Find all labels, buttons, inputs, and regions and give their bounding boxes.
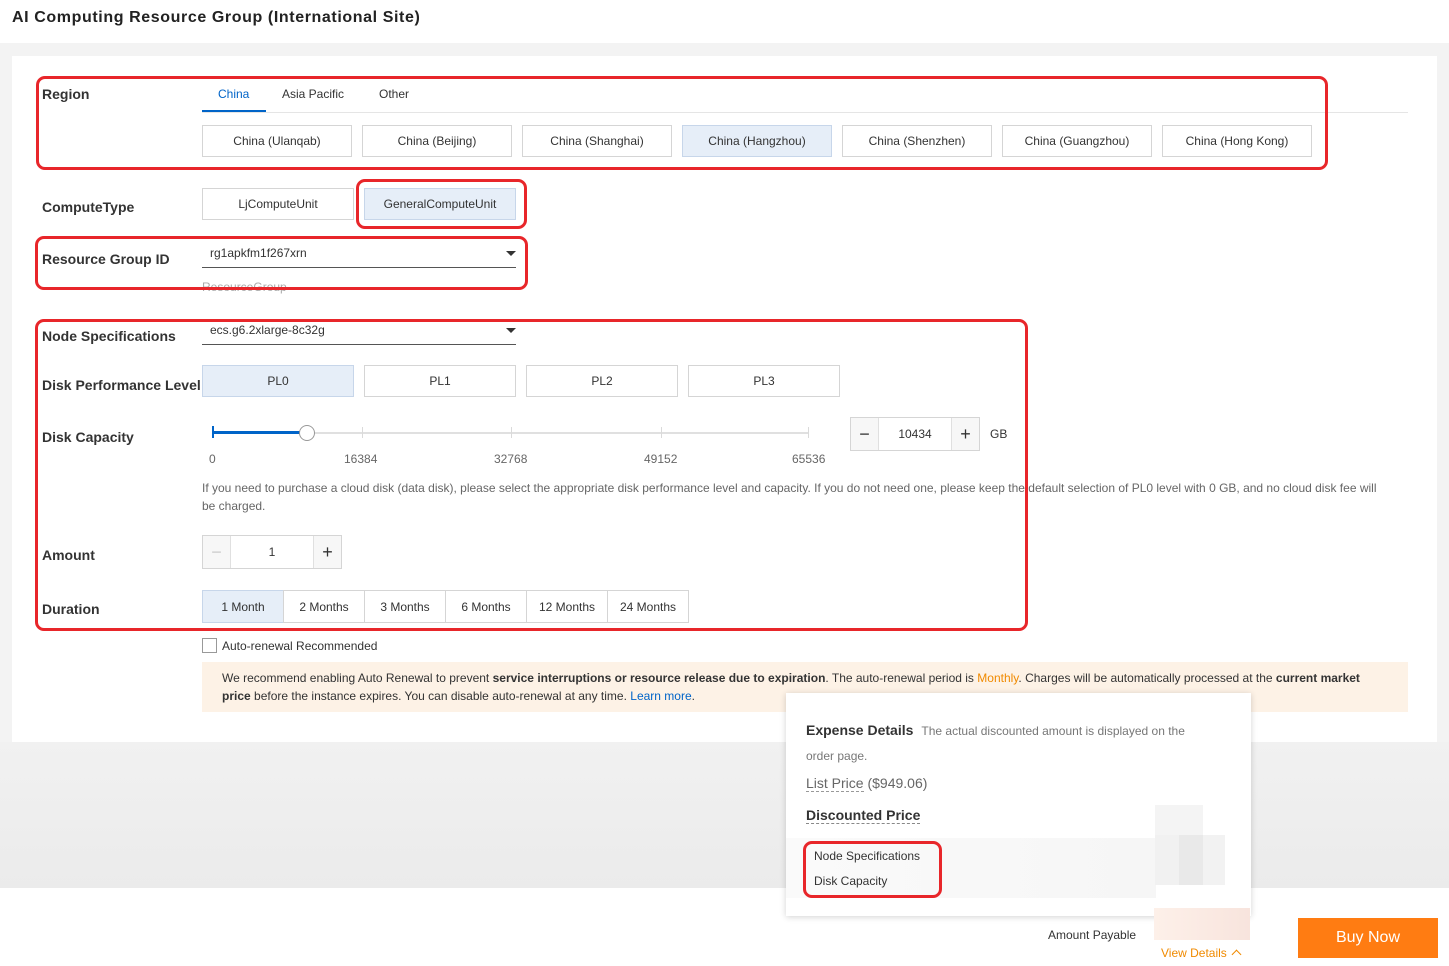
tab-china[interactable]: China — [218, 87, 249, 101]
decrement-button[interactable]: − — [203, 536, 231, 568]
region-option-hong-kong[interactable]: China (Hong Kong) — [1162, 125, 1312, 157]
top-bar: AI Computing Resource Group (Internation… — [0, 0, 1449, 43]
slider-label-0: 0 — [209, 452, 216, 466]
disk-perf-label: Disk Performance Level — [42, 377, 201, 393]
duration-label: Duration — [42, 601, 100, 617]
disk-perf-pl2[interactable]: PL2 — [526, 365, 678, 397]
slider-tick — [362, 427, 363, 438]
auto-renew-checkbox[interactable] — [202, 638, 217, 653]
disk-perf-pl3[interactable]: PL3 — [688, 365, 840, 397]
resource-group-select[interactable]: rg1apkfm1f267xrn — [202, 242, 516, 268]
expense-item-node-spec: Node Specifications — [814, 849, 921, 863]
banner-text: . — [691, 689, 695, 703]
capacity-input[interactable]: 10434 — [879, 418, 951, 450]
compute-type-lj[interactable]: LjComputeUnit — [202, 188, 354, 220]
tab-asia-pacific[interactable]: Asia Pacific — [282, 87, 344, 101]
banner-text: We recommend enabling Auto Renewal to pr… — [222, 671, 493, 685]
decrement-button[interactable]: − — [851, 418, 879, 450]
resource-group-label: Resource Group ID — [42, 251, 170, 267]
banner-text: before the instance expires. You can dis… — [250, 689, 631, 703]
caret-down-icon — [506, 251, 516, 256]
region-option-shenzhen[interactable]: China (Shenzhen) — [842, 125, 992, 157]
slider-label-16384: 16384 — [344, 452, 378, 466]
duration-12-months[interactable]: 12 Months — [526, 590, 608, 623]
node-spec-label: Node Specifications — [42, 328, 176, 344]
view-details-link[interactable]: View Details — [1161, 946, 1242, 960]
duration-6-months[interactable]: 6 Months — [445, 590, 527, 623]
redacted-block — [1179, 835, 1203, 885]
capacity-slider-fill — [213, 431, 307, 434]
disk-note: If you need to purchase a cloud disk (da… — [202, 481, 1377, 513]
region-label: Region — [42, 86, 90, 102]
list-price-label[interactable]: List Price — [806, 775, 864, 792]
capacity-slider-handle[interactable] — [299, 425, 315, 441]
auto-renew-label: Auto-renewal Recommended — [222, 639, 378, 653]
resource-group-value: rg1apkfm1f267xrn — [210, 246, 307, 260]
duration-1-month[interactable]: 1 Month — [202, 590, 284, 623]
discounted-price-label[interactable]: Discounted Price — [806, 807, 921, 824]
increment-button[interactable]: + — [313, 536, 341, 568]
list-price: List Price ($949.06) — [806, 775, 928, 792]
banner-text: . Charges will be automatically processe… — [1018, 671, 1276, 685]
slider-tick — [511, 427, 512, 438]
duration-3-months[interactable]: 3 Months — [364, 590, 446, 623]
tab-divider — [202, 112, 1408, 113]
duration-2-months[interactable]: 2 Months — [283, 590, 365, 623]
amount-payable-label: Amount Payable — [1048, 928, 1137, 942]
caret-down-icon — [506, 328, 516, 333]
buy-now-button[interactable]: Buy Now — [1298, 918, 1438, 958]
banner-emphasis: service interruptions or resource releas… — [492, 671, 826, 685]
amount-stepper: − 1 + — [202, 535, 342, 569]
compute-type-label: ComputeType — [42, 199, 135, 215]
expense-description: Expense Details The actual discounted amo… — [806, 718, 1216, 769]
amount-label: Amount — [42, 547, 95, 563]
capacity-slider-start — [212, 426, 214, 438]
slider-tick — [808, 427, 809, 438]
view-details-label: View Details — [1161, 946, 1227, 960]
resource-group-hint: ResourceGroup — [202, 280, 287, 294]
slider-label-65536: 65536 — [792, 452, 826, 466]
expense-title: Expense Details — [806, 722, 914, 738]
learn-more-link[interactable]: Learn more — [630, 689, 691, 703]
slider-label-32768: 32768 — [494, 452, 528, 466]
slider-tick — [661, 427, 662, 438]
region-option-guangzhou[interactable]: China (Guangzhou) — [1002, 125, 1152, 157]
redacted-amount — [1154, 908, 1250, 940]
price-rows-bg — [786, 838, 1156, 898]
disk-perf-pl0[interactable]: PL0 — [202, 365, 354, 397]
increment-button[interactable]: + — [951, 418, 979, 450]
capacity-unit: GB — [990, 427, 1008, 441]
page-title: AI Computing Resource Group (Internation… — [12, 9, 421, 26]
renewal-period: Monthly — [977, 671, 1019, 685]
list-price-value: ($949.06) — [863, 775, 928, 791]
redacted-block — [1155, 805, 1203, 835]
amount-input[interactable]: 1 — [231, 536, 313, 568]
region-option-beijing[interactable]: China (Beijing) — [362, 125, 512, 157]
disk-capacity-label: Disk Capacity — [42, 429, 134, 445]
slider-label-49152: 49152 — [644, 452, 678, 466]
node-spec-select[interactable]: ecs.g6.2xlarge-8c32g — [202, 319, 516, 345]
tab-other[interactable]: Other — [379, 87, 409, 101]
region-option-ulanqab[interactable]: China (Ulanqab) — [202, 125, 352, 157]
redacted-block — [1155, 835, 1179, 885]
expense-item-disk-capacity: Disk Capacity — [814, 874, 888, 888]
compute-type-general[interactable]: GeneralComputeUnit — [364, 188, 516, 220]
banner-text: . The auto-renewal period is — [825, 671, 978, 685]
capacity-stepper: − 10434 + — [850, 417, 980, 451]
node-spec-value: ecs.g6.2xlarge-8c32g — [210, 323, 325, 337]
duration-group: 1 Month 2 Months 3 Months 6 Months 12 Mo… — [202, 590, 689, 623]
duration-24-months[interactable]: 24 Months — [607, 590, 689, 623]
region-option-hangzhou[interactable]: China (Hangzhou) — [682, 125, 832, 157]
chevron-up-icon — [1231, 949, 1242, 960]
expense-details-popup: Expense Details The actual discounted amo… — [786, 693, 1251, 916]
region-option-shanghai[interactable]: China (Shanghai) — [522, 125, 672, 157]
redacted-block — [1203, 835, 1225, 885]
disk-perf-pl1[interactable]: PL1 — [364, 365, 516, 397]
